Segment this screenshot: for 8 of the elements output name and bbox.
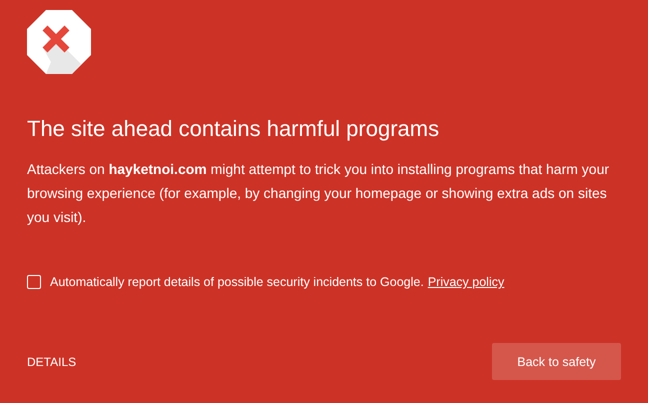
error-icon — [27, 10, 91, 74]
warning-message: Attackers on hayketnoi.com might attempt to trick you into installing programs that harm your browsing experience (for example, by changing your homepage or showing extra ads on sites you visit). — [27, 160, 610, 227]
privacy-policy-link[interactable]: Privacy policy — [428, 275, 504, 289]
page-heading: The site ahead contains harmful programs — [27, 115, 440, 143]
back-to-safety-button[interactable]: Back to safety — [492, 343, 621, 380]
details-link[interactable]: DETAILS — [27, 354, 76, 368]
report-checkbox[interactable] — [27, 275, 41, 289]
report-label: Automatically report details of possible security incidents to Google. — [50, 275, 424, 289]
